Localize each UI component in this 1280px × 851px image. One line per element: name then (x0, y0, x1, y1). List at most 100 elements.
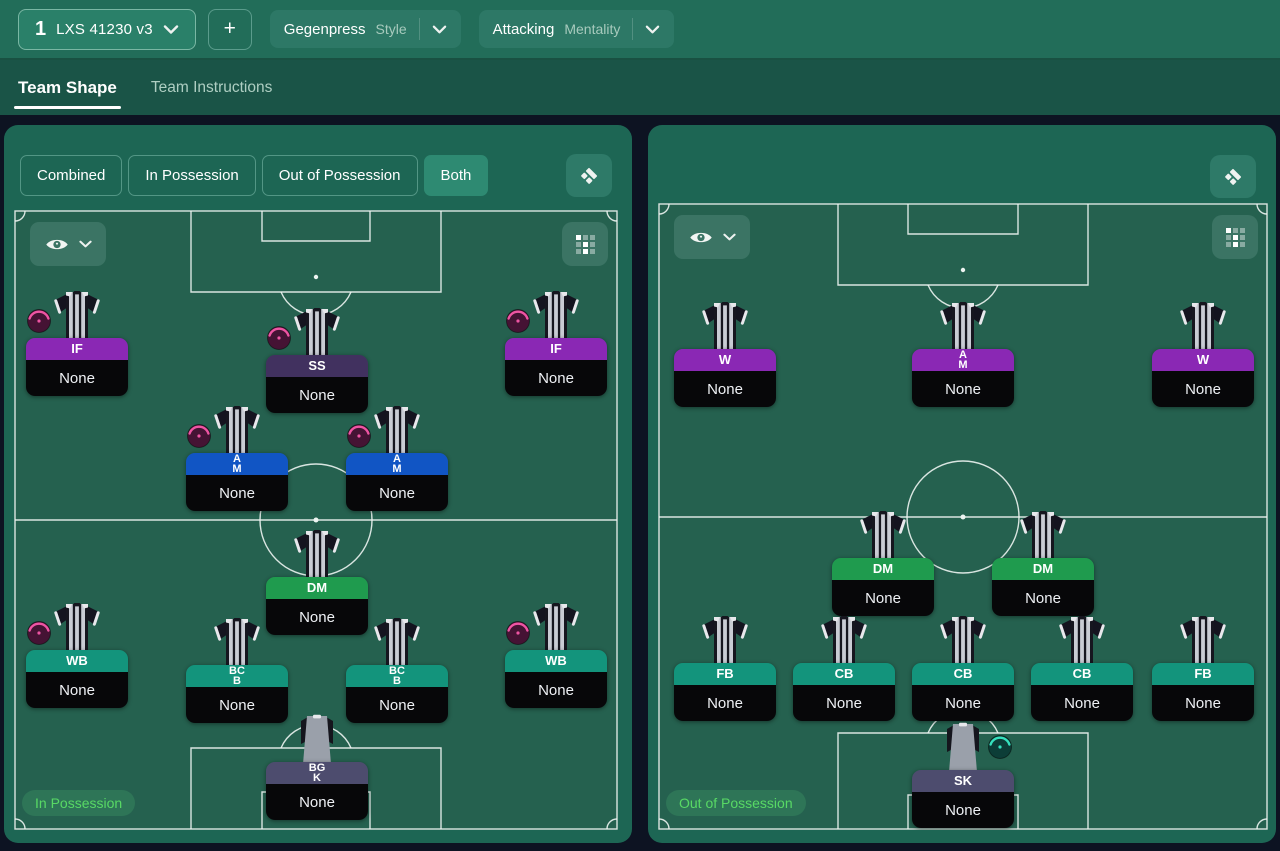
role-bar: IF (26, 338, 128, 360)
role-box: SK None (912, 770, 1014, 828)
player-token-fb[interactable]: FB None (1152, 613, 1254, 723)
role-box: CB None (912, 663, 1014, 721)
add-tactic-button[interactable]: + (207, 8, 252, 50)
player-token-wb[interactable]: WB None (505, 600, 607, 710)
player-name: None (219, 484, 255, 502)
player-token-cb[interactable]: CB None (912, 613, 1014, 723)
striped-kit-icon (294, 308, 340, 357)
kit-style-button[interactable] (1210, 155, 1256, 198)
tab-team-shape[interactable]: Team Shape (14, 60, 121, 115)
role-bar: SK (912, 770, 1014, 792)
role-box: WB None (26, 650, 128, 708)
possession-filter-group: Combined In Possession Out of Possession… (20, 155, 489, 196)
role-bar: FB (674, 663, 776, 685)
mentality-value: Attacking (492, 20, 555, 38)
out-of-possession-pitch: Out of Possession W None A M None W None… (658, 203, 1268, 830)
ball-icon (988, 735, 1012, 759)
player-name: None (379, 484, 415, 502)
chevron-down-icon (78, 240, 92, 248)
player-slot: None (832, 580, 934, 616)
tactic-selector[interactable]: 1 LXS 41230 v3 (18, 8, 196, 50)
player-token-if[interactable]: IF None (505, 288, 607, 398)
player-token-ss[interactable]: SS None (266, 305, 368, 415)
player-token-dm[interactable]: DM None (992, 508, 1094, 618)
player-token-cb[interactable]: CB None (793, 613, 895, 723)
ball-icon (267, 326, 291, 350)
player-slot: None (912, 685, 1014, 721)
role-box: W None (674, 349, 776, 407)
player-token-am[interactable]: AM None (186, 403, 288, 513)
player-name: None (945, 801, 981, 819)
player-token-dm[interactable]: DM None (832, 508, 934, 618)
player-name: None (1025, 589, 1061, 607)
role-bar: DM (266, 577, 368, 599)
striped-kit-icon (821, 616, 867, 665)
formation-grid-button[interactable] (1212, 215, 1258, 259)
role-bar: W (1152, 349, 1254, 371)
role-bar: BC B (186, 665, 288, 687)
filter-both[interactable]: Both (423, 155, 489, 196)
view-options-button[interactable] (674, 215, 750, 259)
player-name: None (59, 369, 95, 387)
player-slot: None (26, 360, 128, 396)
role-bar: AM (346, 453, 448, 475)
style-label: Style (375, 21, 407, 37)
mentality-dropdown[interactable]: Attacking Mentality (478, 10, 675, 48)
out-of-possession-panel: Out of Possession W None A M None W None… (648, 125, 1276, 843)
role-bar: WB (26, 650, 128, 672)
ball-icon (27, 621, 51, 645)
player-token-bcb[interactable]: BC B None (346, 615, 448, 725)
mentality-label: Mentality (564, 21, 621, 37)
tactic-number: 1 (35, 17, 47, 40)
role-box: IF None (26, 338, 128, 396)
player-name: None (1185, 694, 1221, 712)
view-options-button[interactable] (30, 222, 106, 266)
role-box: DM None (992, 558, 1094, 616)
player-token-cb[interactable]: CB None (1031, 613, 1133, 723)
striped-kit-icon (940, 302, 986, 351)
role-bar: DM (992, 558, 1094, 580)
player-slot: None (674, 685, 776, 721)
player-token-am[interactable]: AM None (346, 403, 448, 513)
player-token-wb[interactable]: WB None (26, 600, 128, 710)
player-token-sk[interactable]: SK None (912, 720, 1014, 830)
player-token-am[interactable]: AM None (912, 299, 1014, 409)
kit-pattern-icon (581, 167, 598, 184)
player-slot: None (266, 784, 368, 820)
player-slot: None (186, 475, 288, 511)
kit-pattern-icon (1225, 168, 1242, 185)
player-name: None (299, 386, 335, 404)
player-name: None (219, 696, 255, 714)
eye-icon (689, 232, 712, 242)
style-dropdown[interactable]: Gegenpress Style (269, 10, 461, 48)
chevron-down-icon (646, 25, 660, 33)
player-token-bgk[interactable]: BG K None (266, 712, 368, 822)
chevron-down-icon (163, 24, 178, 34)
player-token-if[interactable]: IF None (26, 288, 128, 398)
kit-style-button[interactable] (566, 154, 612, 197)
player-name: None (379, 696, 415, 714)
player-name: None (1185, 380, 1221, 398)
role-box: IF None (505, 338, 607, 396)
formation-grid-button[interactable] (562, 222, 608, 266)
striped-kit-icon (940, 616, 986, 665)
divider (418, 18, 420, 40)
role-box: BG K None (266, 762, 368, 820)
role-bar: SS (266, 355, 368, 377)
striped-kit-icon (54, 603, 100, 652)
player-token-fb[interactable]: FB None (674, 613, 776, 723)
player-name: None (59, 681, 95, 699)
filter-in-possession[interactable]: In Possession (128, 155, 256, 196)
role-box: AM None (912, 349, 1014, 407)
tab-team-instructions[interactable]: Team Instructions (151, 60, 272, 115)
role-bar: WB (505, 650, 607, 672)
filter-combined[interactable]: Combined (20, 155, 123, 196)
grid-icon (1225, 227, 1245, 247)
player-token-w[interactable]: W None (674, 299, 776, 409)
player-token-bcb[interactable]: BC B None (186, 615, 288, 725)
player-token-w[interactable]: W None (1152, 299, 1254, 409)
pitch-phase-badge: Out of Possession (666, 790, 806, 816)
filter-out-of-possession[interactable]: Out of Possession (261, 155, 418, 196)
striped-kit-icon (374, 618, 420, 667)
ball-icon (506, 621, 530, 645)
